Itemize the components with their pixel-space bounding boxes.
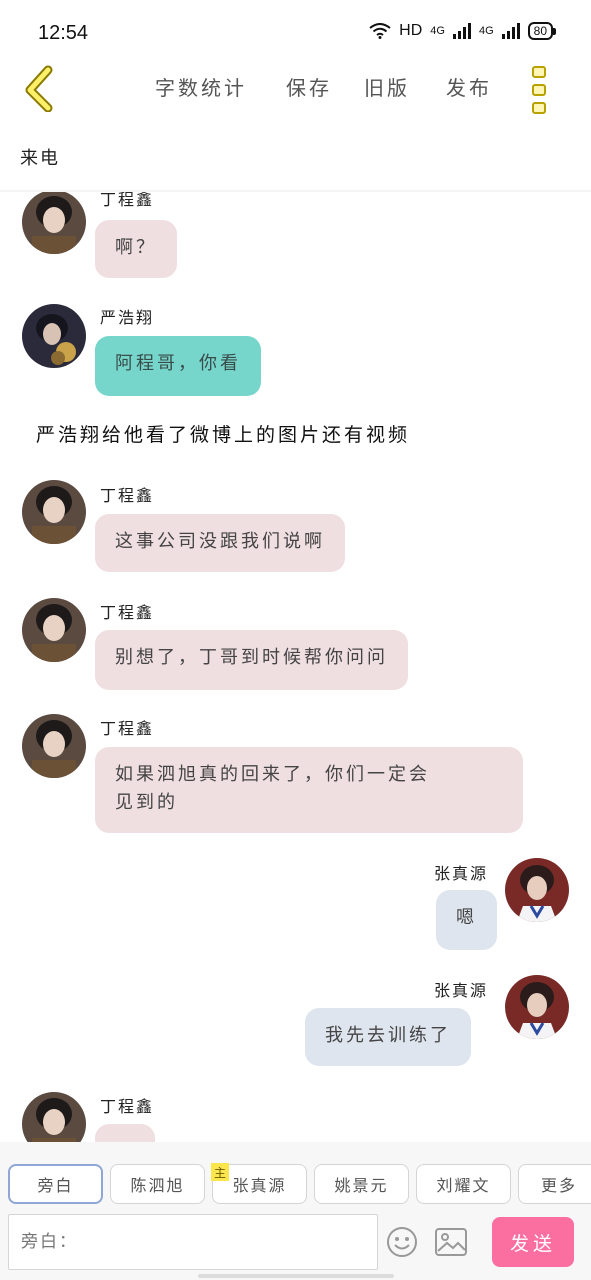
sim2-label: 4G	[478, 25, 494, 37]
editor-toolbar: 字数统计 保存 旧版 发布	[0, 60, 591, 116]
message-bubble[interactable]: 别想了，丁哥到时候帮你问问	[95, 630, 408, 690]
more-vertical-icon[interactable]	[532, 66, 554, 114]
narration-text[interactable]: 严浩翔给他看了微博上的图片还有视频	[36, 420, 410, 447]
old-version-button[interactable]: 旧版	[364, 72, 410, 101]
message-bubble[interactable]: 如果泗旭真的回来了，你们一定会 见到的	[95, 747, 523, 833]
speaker-name: 张真源	[434, 864, 489, 883]
speaker-name: 丁程鑫	[100, 486, 155, 505]
smiley-icon[interactable]	[386, 1226, 418, 1258]
status-icons: HD 4G 4G 80	[369, 22, 557, 40]
message-input[interactable]	[9, 1215, 377, 1269]
message-line: 如果泗旭真的回来了，你们一定会	[115, 764, 430, 785]
publish-button[interactable]: 发布	[446, 72, 492, 101]
speaker-name: 丁程鑫	[100, 192, 155, 209]
speaker-name: 丁程鑫	[100, 603, 155, 622]
image-icon[interactable]	[434, 1226, 468, 1258]
role-label: 张真源	[232, 1176, 287, 1195]
message-bubble[interactable]: 我先去训练了	[305, 1008, 471, 1066]
network-label: HD	[399, 22, 423, 39]
input-panel: 旁白 陈泗旭 主 张真源 姚景元 刘耀文 更多 发送	[0, 1142, 591, 1280]
role-yao-jingyuan[interactable]: 姚景元	[314, 1164, 409, 1204]
role-liu-yaowen[interactable]: 刘耀文	[416, 1164, 511, 1204]
word-count-button[interactable]: 字数统计	[155, 72, 247, 101]
save-button[interactable]: 保存	[286, 72, 332, 101]
sim1-label: 4G	[430, 25, 445, 37]
message-bubble[interactable]: 嗯	[436, 890, 497, 950]
role-more-button[interactable]: 更多	[518, 1164, 591, 1204]
role-selector: 旁白 陈泗旭 主 张真源 姚景元 刘耀文 更多	[8, 1163, 591, 1204]
message-line: 见到的	[115, 792, 178, 813]
signal-icon	[501, 23, 520, 39]
signal-icon	[452, 23, 471, 39]
scene-title: 来电	[20, 148, 60, 169]
message-bubble[interactable]: 啊？	[95, 220, 177, 278]
host-badge: 主	[211, 1163, 229, 1181]
avatar[interactable]	[22, 714, 86, 778]
speaker-name: 张真源	[434, 981, 489, 1000]
avatar[interactable]	[22, 598, 86, 662]
role-narration[interactable]: 旁白	[8, 1164, 103, 1204]
message-input-wrapper	[8, 1214, 378, 1270]
avatar[interactable]	[22, 480, 86, 544]
message-bubble[interactable]: 这事公司没跟我们说啊	[95, 514, 345, 572]
role-chen-sixu[interactable]: 陈泗旭	[110, 1164, 205, 1204]
message-bubble[interactable]	[95, 1124, 155, 1142]
battery-indicator: 80	[527, 22, 557, 40]
avatar[interactable]	[22, 192, 86, 254]
home-indicator[interactable]	[198, 1274, 394, 1278]
avatar[interactable]	[505, 975, 569, 1039]
avatar[interactable]	[22, 1092, 86, 1142]
send-button[interactable]: 发送	[492, 1217, 574, 1267]
status-time: 12:54	[38, 22, 89, 44]
back-button[interactable]	[20, 64, 60, 113]
role-zhang-zhenyuan[interactable]: 主 张真源	[211, 1163, 307, 1204]
speaker-name: 丁程鑫	[100, 719, 155, 738]
avatar[interactable]	[505, 858, 569, 922]
speaker-name: 严浩翔	[100, 308, 155, 327]
speaker-name: 丁程鑫	[100, 1097, 155, 1116]
avatar[interactable]	[22, 304, 86, 368]
wifi-icon	[369, 23, 391, 39]
chevron-left-icon	[25, 65, 53, 113]
message-bubble[interactable]: 阿程哥，你看	[95, 336, 261, 396]
chat-area[interactable]: 丁程鑫 啊？ 严浩翔 阿程哥，你看 严浩翔给他看了微博上的图片还有视频 丁程鑫 …	[0, 192, 591, 1142]
